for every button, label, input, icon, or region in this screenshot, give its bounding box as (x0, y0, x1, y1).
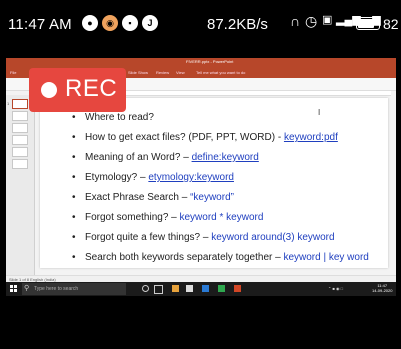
taskbar-clock[interactable]: 11:47 14-09-2020 (372, 283, 392, 293)
bullet-item: • Meaning of an Word? – define:keyword (72, 152, 259, 163)
windows-start-icon[interactable] (10, 285, 18, 293)
slide-thumbnail[interactable] (12, 135, 28, 145)
text-cursor-icon: I (318, 108, 321, 117)
headphones-icon: ∩ (290, 13, 301, 29)
slide-thumbnail[interactable] (12, 111, 28, 121)
thumb-number: 1 (7, 101, 10, 106)
title-bar: FIVERR.pptx - PowerPoint (6, 58, 396, 68)
slide-thumbnail[interactable] (12, 123, 28, 133)
notification-app-icon: ● (82, 15, 98, 31)
slide-thumbnail[interactable] (12, 147, 28, 157)
keyword-link[interactable]: define:keyword (192, 152, 259, 163)
file-explorer-icon[interactable] (172, 285, 179, 292)
keyword-text: keyword | key word (283, 252, 369, 263)
task-view-icon[interactable] (154, 285, 163, 294)
windows-taskbar: ⚲ Type here to search ⌃ ■ ◉ □ 11:47 14-0… (6, 282, 396, 296)
tab-view[interactable]: View (176, 70, 185, 75)
window-title: FIVERR.pptx - PowerPoint (186, 59, 234, 64)
keyword-text: keyword * keyword (179, 212, 264, 223)
messenger-icon: ▪ (122, 15, 138, 31)
battery-icon (356, 17, 380, 30)
alarm-icon: ◷ (305, 13, 318, 29)
keyword-link[interactable]: keyword:pdf (284, 132, 338, 143)
search-icon: ⚲ (24, 285, 30, 292)
tell-me-search[interactable]: Tell me what you want to do (196, 70, 245, 75)
chrome-taskbar-icon[interactable] (218, 285, 225, 292)
slide-thumbnail[interactable] (12, 99, 28, 109)
chrome-icon: ◉ (102, 15, 118, 31)
taskbar-search-box[interactable]: ⚲ Type here to search (22, 283, 126, 295)
bullet-item: • Where to read? (72, 112, 154, 123)
network-speed: 87.2KB/s (207, 16, 268, 33)
tab-review[interactable]: Review (156, 70, 169, 75)
system-tray-icons[interactable]: ⌃ ■ ◉ □ (328, 286, 343, 291)
jio-icon: J (142, 15, 158, 31)
keyword-text: “keyword” (190, 192, 234, 203)
tab-slide-show[interactable]: Slide Show (128, 70, 148, 75)
ppt-status-bar: Slide 1 of 8 English (India) (6, 275, 396, 282)
tab-file[interactable]: File (10, 70, 16, 75)
edge-icon[interactable] (202, 285, 209, 292)
bullet-item: • Forgot something? – keyword * keyword (72, 212, 264, 223)
recording-badge: REC (29, 68, 126, 112)
store-icon[interactable] (186, 285, 193, 292)
keyword-text: keyword around(3) keyword (211, 232, 335, 243)
keyword-link[interactable]: etymology:keyword (148, 172, 234, 183)
status-time: 11:47 AM (8, 16, 72, 33)
slide-thumbnail[interactable] (12, 159, 28, 169)
slide-thumbnails-pane: 1 (6, 95, 35, 275)
phone-status-bar: 11:47 AM ● ◉ ▪ J 87.2KB/s ∩ ◷ ▣ ▂▄▆ ▂▄▆ … (0, 0, 401, 52)
bullet-item: • How to get exact files? (PDF, PPT, WORD… (72, 132, 338, 143)
bullet-item: • Exact Phrase Search – “keyword” (72, 192, 234, 203)
volte-icon: ▣ (322, 14, 333, 26)
bullet-item: • Forgot quite a few things? – keyword ar… (72, 232, 335, 243)
record-dot-icon (41, 82, 57, 98)
battery-percent: 82 (383, 16, 399, 32)
cortana-icon[interactable] (142, 285, 149, 292)
search-placeholder: Type here to search (34, 286, 79, 292)
bullet-item: • Etymology? – etymology:keyword (72, 172, 234, 183)
powerpoint-taskbar-icon[interactable] (234, 285, 241, 292)
slide-canvas[interactable]: I • Where to read? • How to get exact file… (40, 98, 388, 268)
bullet-item: • Search both keywords separately togethe… (72, 252, 369, 263)
recording-label: REC (65, 75, 118, 102)
